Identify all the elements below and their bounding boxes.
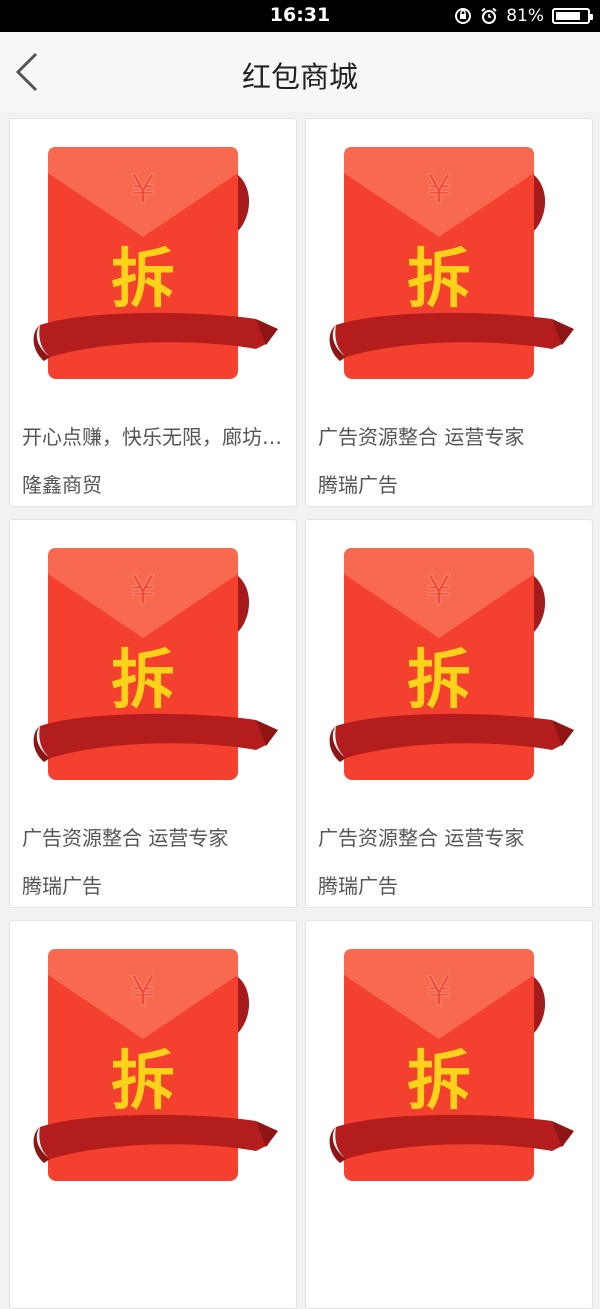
alarm-icon [481, 7, 497, 24]
shop-name: 腾瑞广告 [318, 473, 398, 497]
product-title: 广告资源整合 运营专家 [318, 425, 525, 449]
nav-bar: 红包商城 [0, 32, 600, 112]
red-envelope-image: ¥ 拆 [33, 548, 278, 780]
red-envelope-image: ¥ 拆 [329, 147, 574, 379]
svg-text:¥: ¥ [130, 167, 155, 213]
svg-text:¥: ¥ [426, 969, 451, 1015]
svg-text:拆: 拆 [407, 243, 471, 317]
product-card[interactable]: ¥ 拆 广告资源整合 运营专家 腾瑞广告 [9, 519, 297, 908]
product-card[interactable]: ¥ 拆 广告资源整合 运营专家 腾瑞广告 [305, 519, 593, 908]
product-card[interactable]: ¥ 拆 开心点赚，快乐无限，廊坊隆鑫商贸 隆鑫商贸 [9, 118, 297, 507]
svg-text:¥: ¥ [426, 167, 451, 213]
product-title: 广告资源整合 运营专家 [22, 826, 229, 850]
svg-text:¥: ¥ [130, 969, 155, 1015]
product-card[interactable]: ¥ 拆 广告资源整合 运营专家 腾瑞广告 [305, 118, 593, 507]
red-envelope-image: ¥ 拆 [33, 147, 278, 379]
svg-text:拆: 拆 [111, 243, 175, 317]
red-envelope-image: ¥ 拆 [33, 949, 278, 1181]
product-grid: ¥ 拆 开心点赚，快乐无限，廊坊隆鑫商贸 隆鑫商贸 ¥ 拆 [0, 112, 600, 1309]
product-title: 开心点赚，快乐无限，廊坊隆鑫商贸 [22, 425, 288, 449]
product-card[interactable]: ¥ 拆 [305, 920, 593, 1309]
status-icons: 81% [454, 6, 593, 26]
svg-text:拆: 拆 [111, 644, 175, 718]
red-envelope-image: ¥ 拆 [329, 548, 574, 780]
svg-text:拆: 拆 [407, 644, 471, 718]
product-title: 广告资源整合 运营专家 [318, 826, 525, 850]
status-bar: 16:31 81% [0, 0, 600, 32]
product-card[interactable]: ¥ 拆 [9, 920, 297, 1309]
svg-text:¥: ¥ [130, 568, 155, 614]
shop-name: 腾瑞广告 [318, 874, 398, 898]
battery-percent: 81% [506, 6, 544, 26]
page-title: 红包商城 [241, 60, 358, 94]
shop-name: 腾瑞广告 [22, 874, 102, 898]
svg-text:拆: 拆 [111, 1045, 175, 1119]
svg-text:拆: 拆 [407, 1045, 471, 1119]
svg-text:¥: ¥ [426, 568, 451, 614]
shop-name: 隆鑫商贸 [22, 473, 102, 497]
battery-icon [552, 8, 593, 24]
red-envelope-image: ¥ 拆 [329, 949, 574, 1181]
orientation-lock-icon [455, 8, 472, 24]
